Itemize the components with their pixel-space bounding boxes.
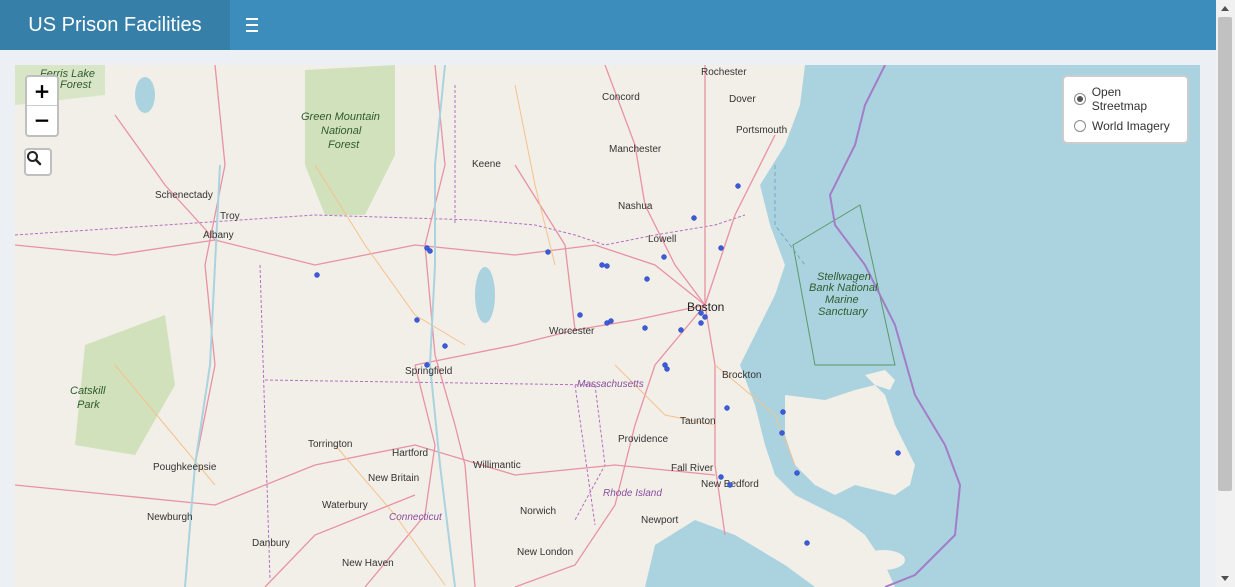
facility-marker[interactable] xyxy=(735,183,741,189)
facility-marker[interactable] xyxy=(691,215,697,221)
map-label: Marine xyxy=(825,294,859,306)
map-tiles: Ferris Lake Forest Green Mountain Nation… xyxy=(15,65,1200,587)
facility-marker[interactable] xyxy=(661,254,667,260)
map-label: Newburgh xyxy=(147,512,193,523)
map-label: Fall River xyxy=(671,463,714,474)
map-label: Schenectady xyxy=(155,190,213,201)
map-label: Concord xyxy=(602,92,640,103)
map-label: Albany xyxy=(203,230,234,241)
facility-marker[interactable] xyxy=(424,362,430,368)
scroll-down-arrow-icon[interactable] xyxy=(1221,576,1229,581)
facility-marker[interactable] xyxy=(794,470,800,476)
map-search-button[interactable] xyxy=(24,148,52,176)
map-label: Manchester xyxy=(609,144,662,155)
facility-marker[interactable] xyxy=(604,263,610,269)
page-scrollbar[interactable] xyxy=(1216,0,1235,587)
facility-marker[interactable] xyxy=(664,366,670,372)
map-label: Dover xyxy=(729,94,756,105)
map-label: Boston xyxy=(687,300,724,314)
map-label: Springfield xyxy=(405,366,452,377)
layer-radio-world-imagery[interactable] xyxy=(1074,119,1086,132)
map-container[interactable]: Ferris Lake Forest Green Mountain Nation… xyxy=(15,65,1200,587)
zoom-in-button[interactable]: + xyxy=(27,77,57,106)
map-label: New Haven xyxy=(342,558,394,569)
header-bar: US Prison Facilities xyxy=(0,0,1216,50)
map-label: Willimantic xyxy=(473,460,521,471)
layer-label: Open Streetmap xyxy=(1091,84,1148,113)
map-label: Rochester xyxy=(701,67,747,78)
search-icon xyxy=(27,151,42,166)
map-label: Providence xyxy=(618,434,668,445)
map-label: Connecticut xyxy=(389,512,443,523)
map-label: Bank National xyxy=(809,282,878,294)
map-label: Rhode Island xyxy=(603,488,662,499)
map-label: Hartford xyxy=(392,448,428,459)
app-title[interactable]: US Prison Facilities xyxy=(0,0,230,50)
map-label: Sanctuary xyxy=(818,306,869,318)
sidebar-toggle-button[interactable] xyxy=(230,0,274,50)
facility-marker[interactable] xyxy=(779,430,785,436)
map-label: Brockton xyxy=(722,370,761,381)
map-label: National xyxy=(321,125,362,137)
map-label: New London xyxy=(517,547,573,558)
map-label: Massachusetts xyxy=(577,379,644,390)
map-label: Waterbury xyxy=(322,500,368,511)
hamburger-icon xyxy=(246,16,258,34)
zoom-control: + − xyxy=(25,75,59,137)
facility-marker[interactable] xyxy=(314,272,320,278)
map-label: Newport xyxy=(641,515,678,526)
map-label: Nashua xyxy=(618,201,653,212)
facility-marker[interactable] xyxy=(718,474,724,480)
facility-marker[interactable] xyxy=(608,318,614,324)
facility-marker[interactable] xyxy=(780,409,786,415)
facility-marker[interactable] xyxy=(727,482,733,488)
layer-label: World Imagery xyxy=(1092,118,1170,133)
facility-marker[interactable] xyxy=(698,310,704,316)
facility-marker[interactable] xyxy=(644,276,650,282)
facility-marker[interactable] xyxy=(724,405,730,411)
scroll-up-arrow-icon[interactable] xyxy=(1221,6,1229,11)
map-label: Catskill xyxy=(70,385,106,397)
map-label: Taunton xyxy=(680,416,716,427)
map-label: Keene xyxy=(472,159,501,170)
facility-marker[interactable] xyxy=(599,262,605,268)
map-label: New Britain xyxy=(368,473,419,484)
map-label: Danbury xyxy=(252,538,290,549)
layer-option-open-streetmap[interactable]: Open Streetmap xyxy=(1074,84,1177,113)
layer-control: Open Streetmap World Imagery xyxy=(1062,75,1189,144)
layer-option-world-imagery[interactable]: World Imagery xyxy=(1074,112,1177,139)
map-label: Forest xyxy=(60,79,92,91)
facility-marker[interactable] xyxy=(427,248,433,254)
facility-marker[interactable] xyxy=(442,343,448,349)
facility-marker[interactable] xyxy=(718,245,724,251)
map-label: Lowell xyxy=(648,234,676,245)
map-label: Park xyxy=(77,399,100,411)
facility-marker[interactable] xyxy=(678,327,684,333)
map-label: Green Mountain xyxy=(301,111,380,123)
facility-marker[interactable] xyxy=(702,314,708,320)
layer-radio-open-streetmap[interactable] xyxy=(1074,92,1086,105)
facility-marker[interactable] xyxy=(642,325,648,331)
map-label: Forest xyxy=(328,139,360,151)
facility-marker[interactable] xyxy=(414,317,420,323)
map-label: Poughkeepsie xyxy=(153,462,217,473)
scrollbar-thumb[interactable] xyxy=(1218,17,1232,491)
map-label: Worcester xyxy=(549,326,595,337)
facility-marker[interactable] xyxy=(895,450,901,456)
facility-marker[interactable] xyxy=(804,540,810,546)
zoom-out-button[interactable]: − xyxy=(27,106,57,135)
facility-marker[interactable] xyxy=(577,312,583,318)
map-label: Troy xyxy=(220,211,240,222)
map-label: Portsmouth xyxy=(736,125,787,136)
map-label: Torrington xyxy=(308,439,352,450)
map-label: Norwich xyxy=(520,506,556,517)
facility-marker[interactable] xyxy=(545,249,551,255)
facility-marker[interactable] xyxy=(698,320,704,326)
